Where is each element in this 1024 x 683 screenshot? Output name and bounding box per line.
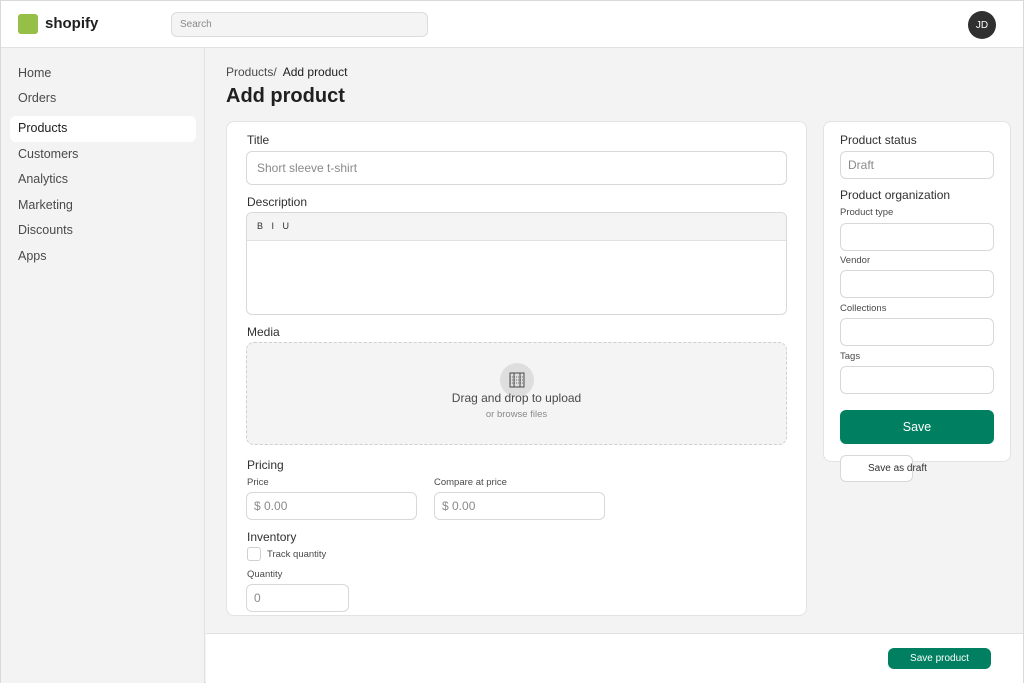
product-type-input[interactable] (840, 223, 994, 251)
top-bar: shopify JD (1, 1, 1023, 48)
product-status-label: Product status (840, 133, 917, 147)
inventory-label: Inventory (247, 530, 297, 544)
sidebar-item-home[interactable]: Home (10, 61, 196, 87)
sidebar-item-marketing[interactable]: Marketing (10, 193, 196, 219)
description-label: Description (247, 195, 308, 209)
sidebar-item-apps[interactable]: Apps (10, 244, 196, 270)
sidebar-item-products[interactable]: Products (10, 116, 196, 142)
price-label: Price (247, 477, 269, 488)
breadcrumb: Products/Add product (226, 65, 347, 79)
brand-name: shopify (45, 15, 99, 32)
product-organization-label: Product organization (840, 188, 951, 202)
price-input[interactable] (246, 492, 417, 520)
product-status-select[interactable]: Draft (840, 151, 994, 179)
sidebar-item-analytics[interactable]: Analytics (10, 167, 196, 193)
shopify-logo-icon (18, 14, 38, 34)
breadcrumb-parent-link[interactable]: Products/ (226, 65, 277, 79)
avatar[interactable]: JD (968, 11, 996, 39)
search-input[interactable] (171, 12, 428, 37)
save-button[interactable]: Save (840, 410, 994, 444)
tags-input[interactable] (840, 366, 994, 394)
pricing-label: Pricing (247, 458, 284, 472)
sidebar: Home Orders Products Customers Analytics… (1, 48, 205, 683)
title-input[interactable] (246, 151, 787, 185)
sidebar-item-discounts[interactable]: Discounts (10, 218, 196, 244)
track-quantity-checkbox[interactable] (247, 547, 261, 561)
save-as-draft-button[interactable]: Save as draft (840, 455, 927, 482)
sidebar-item-orders[interactable]: Orders (10, 86, 196, 112)
collections-input[interactable] (840, 318, 994, 346)
quantity-label: Quantity (247, 569, 283, 580)
track-quantity-label: Track quantity (267, 549, 327, 560)
compare-price-input[interactable] (434, 492, 605, 520)
tags-label: Tags (840, 351, 861, 362)
product-type-label: Product type (840, 207, 894, 218)
page-title: Add product (226, 85, 345, 107)
sidebar-item-customers[interactable]: Customers (10, 142, 196, 168)
vendor-input[interactable] (840, 270, 994, 298)
description-editor[interactable]: B I U (246, 212, 787, 315)
browse-files-link[interactable]: or browse files (247, 409, 786, 420)
breadcrumb-current: Add product (282, 65, 348, 79)
media-dropzone[interactable]: Drag and drop to upload or browse files (246, 342, 787, 445)
upload-title: Drag and drop to upload (451, 391, 582, 405)
compare-price-label: Compare at price (434, 477, 507, 488)
collections-label: Collections (840, 303, 887, 314)
vendor-label: Vendor (840, 255, 871, 266)
media-label: Media (247, 325, 280, 339)
save-product-button[interactable]: Save product (888, 648, 991, 669)
footer-bar: Save product (206, 633, 1023, 683)
title-label: Title (247, 133, 270, 147)
app-frame: shopify JD Home Orders Products Customer… (0, 0, 1024, 683)
quantity-input[interactable] (246, 584, 349, 612)
editor-toolbar[interactable]: B I U (247, 213, 786, 241)
